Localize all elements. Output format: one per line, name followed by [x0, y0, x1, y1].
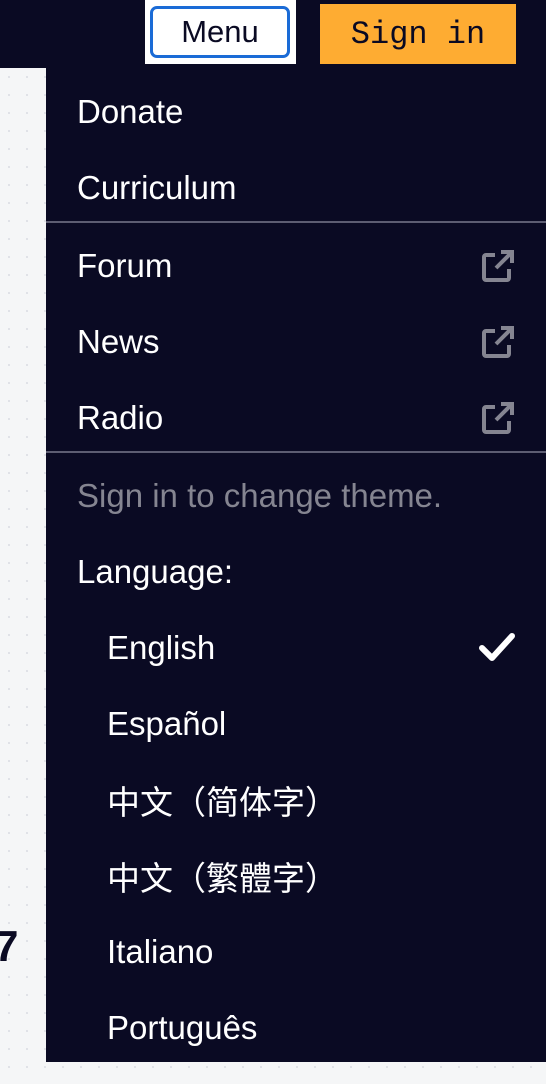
language-option-portugues[interactable]: Português [46, 990, 546, 1066]
language-label: Español [107, 705, 227, 742]
language-option-chinese-simplified[interactable]: 中文（简体字） [46, 762, 546, 838]
menu-item-donate[interactable]: Donate [46, 74, 546, 150]
menu-item-label: Donate [77, 93, 184, 130]
menu-item-label: News [77, 323, 160, 360]
page-content-fragment: 7 [0, 922, 19, 971]
theme-note-text: Sign in to change theme. [77, 477, 443, 514]
external-link-icon [482, 250, 514, 282]
language-label: Português [107, 1009, 258, 1046]
menu-divider [46, 451, 546, 453]
language-option-italiano[interactable]: Italiano [46, 914, 546, 990]
language-option-english[interactable]: English [46, 610, 546, 686]
checkmark-icon [479, 633, 515, 661]
menu-button[interactable]: Menu [150, 6, 290, 58]
external-link-icon [482, 402, 514, 434]
menu-item-label: Radio [77, 399, 164, 436]
menu-item-label: Forum [77, 247, 173, 284]
top-navbar: Menu Sign in [0, 0, 546, 68]
menu-button-wrapper: Menu [145, 0, 296, 64]
language-label: Italiano [107, 933, 214, 970]
theme-note: Sign in to change theme. [46, 458, 546, 534]
language-option-espanol[interactable]: Español [46, 686, 546, 762]
nav-dropdown-menu: Donate Curriculum Forum News Radio Sign … [46, 68, 546, 1062]
language-label: 中文（简体字） [107, 784, 338, 821]
language-label: English [107, 629, 216, 666]
language-label: 中文（繁體字） [107, 860, 338, 897]
menu-item-label: Curriculum [77, 169, 237, 206]
menu-item-radio[interactable]: Radio [46, 380, 546, 456]
menu-item-curriculum[interactable]: Curriculum [46, 150, 546, 226]
language-option-chinese-traditional[interactable]: 中文（繁體字） [46, 838, 546, 914]
menu-divider [46, 221, 546, 223]
menu-item-news[interactable]: News [46, 304, 546, 380]
menu-item-forum[interactable]: Forum [46, 228, 546, 304]
sign-in-button[interactable]: Sign in [320, 4, 516, 64]
external-link-icon [482, 326, 514, 358]
language-heading-text: Language: [77, 553, 233, 590]
language-heading: Language: [46, 534, 546, 610]
